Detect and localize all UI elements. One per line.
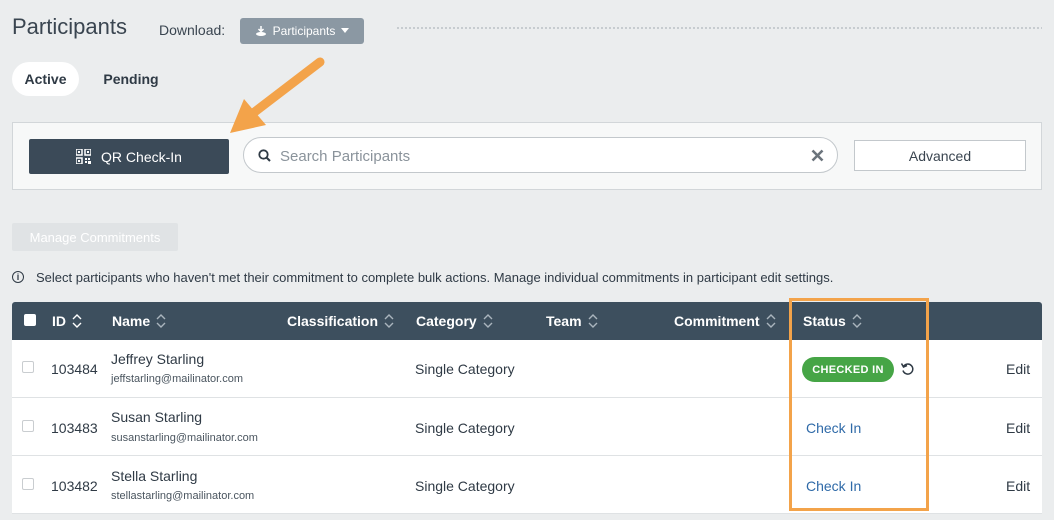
column-header-classification-label: Classification	[287, 313, 379, 329]
edit-link[interactable]: Edit	[1006, 420, 1030, 436]
select-all-checkbox[interactable]	[24, 314, 36, 326]
participant-email: susanstarling@mailinator.com	[111, 432, 258, 444]
advanced-button[interactable]: Advanced	[854, 140, 1026, 171]
search-input[interactable]	[278, 145, 802, 167]
sort-icon	[483, 314, 493, 328]
participant-email: stellastarling@mailinator.com	[111, 490, 255, 502]
header-divider	[396, 26, 1042, 30]
info-icon: i	[12, 271, 24, 283]
participant-category: Single Category	[415, 478, 515, 494]
sort-icon	[384, 314, 394, 328]
participant-name: Jeffrey Starling	[111, 351, 205, 367]
sort-icon	[156, 314, 166, 328]
qr-code-icon	[76, 149, 92, 164]
sort-icon	[72, 314, 82, 328]
download-button-label: Participants	[272, 24, 336, 38]
column-header-name[interactable]: Name	[112, 313, 166, 329]
info-message: Select participants who haven't met thei…	[36, 270, 834, 285]
column-header-category-label: Category	[416, 313, 477, 329]
participant-category: Single Category	[415, 361, 515, 377]
download-icon	[255, 26, 266, 36]
qr-check-in-label: QR Check-In	[101, 148, 182, 165]
column-header-name-label: Name	[112, 313, 151, 329]
caret-down-icon	[341, 28, 350, 33]
download-label: Download:	[159, 22, 226, 38]
column-header-id[interactable]: ID	[52, 313, 82, 329]
column-header-classification[interactable]: Classification	[287, 313, 394, 329]
tab-active[interactable]: Active	[12, 62, 79, 96]
column-header-id-label: ID	[52, 313, 66, 329]
page-title: Participants	[12, 14, 127, 39]
column-header-team-label: Team	[546, 313, 582, 329]
sort-icon	[766, 314, 776, 328]
qr-check-in-button[interactable]: QR Check-In	[29, 139, 229, 174]
row-checkbox[interactable]	[22, 478, 34, 490]
participant-id: 103483	[51, 420, 98, 436]
participant-category: Single Category	[415, 420, 515, 436]
row-checkbox[interactable]	[22, 420, 34, 432]
download-participants-button[interactable]: Participants	[240, 18, 364, 44]
participant-id: 103482	[51, 478, 98, 494]
edit-link[interactable]: Edit	[1006, 478, 1030, 494]
column-header-commitment-label: Commitment	[674, 313, 760, 329]
search-icon	[258, 149, 271, 162]
participant-email: jeffstarling@mailinator.com	[111, 373, 244, 385]
edit-link[interactable]: Edit	[1006, 361, 1030, 377]
column-header-commitment[interactable]: Commitment	[674, 313, 776, 329]
manage-commitments-button[interactable]: Manage Commitments	[12, 223, 178, 251]
status-highlight-box	[789, 298, 929, 511]
annotation-arrow	[230, 57, 325, 133]
sort-icon	[588, 314, 598, 328]
row-checkbox[interactable]	[22, 361, 34, 373]
search-box	[243, 137, 838, 173]
tab-pending[interactable]: Pending	[96, 62, 166, 96]
participant-name: Susan Starling	[111, 409, 203, 425]
column-header-team[interactable]: Team	[546, 313, 598, 329]
participant-id: 103484	[51, 361, 98, 377]
column-header-category[interactable]: Category	[416, 313, 493, 329]
participant-name: Stella Starling	[111, 468, 198, 484]
clear-icon[interactable]	[811, 149, 824, 162]
